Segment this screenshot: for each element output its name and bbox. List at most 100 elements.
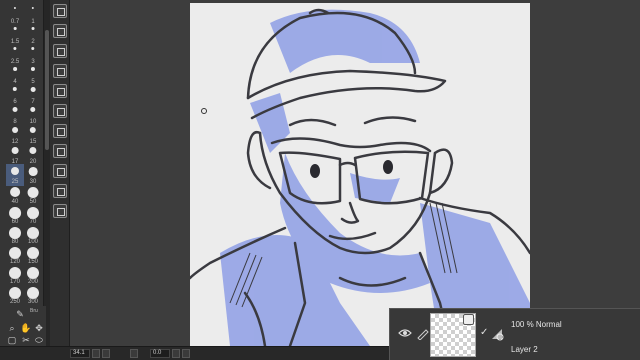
panel-icon[interactable] — [53, 164, 67, 178]
eyedropper-icon[interactable]: ✂ — [20, 334, 32, 346]
brush-size-option[interactable]: 300 — [24, 284, 42, 306]
brush-size-option[interactable]: 50 — [24, 184, 42, 206]
panel-icon[interactable] — [53, 204, 67, 218]
brush-size-dot — [10, 187, 20, 197]
brush-size-option[interactable]: 250 — [6, 284, 24, 306]
brush-size-option[interactable]: 15 — [24, 124, 42, 146]
brush-size-option[interactable]: 10 — [24, 104, 42, 126]
panel-icon[interactable] — [53, 144, 67, 158]
brush-size-option[interactable]: 3 — [24, 44, 42, 66]
pen-icon[interactable] — [416, 326, 430, 340]
eye-icon[interactable] — [398, 328, 412, 338]
rotate-right-button[interactable] — [182, 349, 190, 358]
brush-size-dot — [9, 287, 21, 299]
illustration-artwork — [190, 8, 530, 346]
reference-layer-icon[interactable] — [490, 327, 504, 341]
drawing-canvas[interactable] — [190, 3, 530, 346]
panel-icon[interactable] — [53, 124, 67, 138]
brush-size-palette: 0.7 1 1.5 2 2.5 3 4 5 6 7 8 10 12 15 17 20 25 30 40 50 60 70 8… — [0, 0, 44, 346]
brush-size-dot — [13, 27, 17, 30]
select-icon[interactable]: ▢ — [6, 334, 18, 346]
zoom-level-field[interactable]: 34.1 — [70, 349, 90, 358]
panel-icon[interactable] — [53, 104, 67, 118]
rotate-left-button[interactable] — [172, 349, 180, 358]
layer-name[interactable]: Layer 2 — [511, 345, 538, 354]
brush-size-dot — [28, 167, 38, 176]
layer-blend-mode: 100 % Normal — [511, 320, 562, 329]
brush-size-dot — [11, 167, 19, 175]
brush-size-option[interactable]: 2.5 — [6, 44, 24, 66]
brush-size-dot — [12, 107, 18, 112]
brush-size-dot — [29, 127, 37, 134]
brush-size-option[interactable]: 170 — [6, 264, 24, 286]
brush-size-option[interactable]: 7 — [24, 84, 42, 106]
brush-size-option[interactable]: 100 — [24, 224, 42, 246]
layer-row[interactable]: ✓ 100 % Normal Layer 2 — [389, 308, 640, 360]
panel-icon[interactable] — [53, 64, 67, 78]
panel-icon-strip — [50, 0, 70, 346]
brush-size-option[interactable]: 17 — [6, 144, 24, 166]
brush-size-dot — [27, 227, 39, 239]
brush-size-dot — [12, 87, 18, 92]
panel-icon[interactable] — [53, 44, 67, 58]
brush-size-option[interactable]: 120 — [6, 244, 24, 266]
panel-icon[interactable] — [53, 84, 67, 98]
close-square-icon[interactable] — [53, 4, 67, 18]
brush-size-dot — [27, 287, 39, 299]
brush-size-dot — [9, 267, 21, 279]
brush-size-option[interactable]: 6 — [6, 84, 24, 106]
zoom-in-button[interactable] — [102, 349, 110, 358]
scrollbar-thumb[interactable] — [45, 30, 49, 150]
brush-size-label: 250 — [9, 299, 20, 305]
hand-icon[interactable]: ✋ — [20, 322, 32, 334]
brush-size-dot — [30, 87, 36, 92]
brush-size-dot — [27, 207, 39, 219]
brush-size-option[interactable]: 150 — [24, 244, 42, 266]
brush-size-dot — [12, 127, 18, 133]
brush-size-dot — [27, 247, 39, 259]
brush-size-dot — [27, 187, 39, 198]
brush-size-option[interactable]: 60 — [6, 204, 24, 226]
brush-size-dot — [11, 147, 19, 154]
pen-tool-icon[interactable]: ✎ — [14, 308, 26, 320]
brush-size-option[interactable]: 25 — [6, 164, 24, 186]
brush-size-option[interactable]: 40 — [6, 184, 24, 206]
brush-size-dot — [13, 7, 17, 10]
fit-view-button[interactable] — [130, 349, 138, 358]
brush-size-dot — [29, 147, 37, 155]
brush-size-dot — [31, 47, 35, 51]
brush-size-dot — [30, 107, 36, 113]
brush-size-dot — [13, 67, 17, 71]
zoom-icon[interactable]: ⌕ — [6, 322, 18, 334]
close-square-icon[interactable] — [53, 24, 67, 38]
check-icon[interactable]: ✓ — [480, 327, 488, 338]
brush-size-option[interactable]: 30 — [24, 164, 42, 186]
brush-size-dot — [13, 47, 17, 51]
brush-size-dot — [31, 7, 35, 10]
app-window: 0.7 1 1.5 2 2.5 3 4 5 6 7 8 10 12 15 17 20 25 30 40 50 60 70 8… — [0, 0, 640, 360]
brush-size-option[interactable]: 2 — [24, 24, 42, 46]
pen-cursor-icon — [201, 108, 207, 114]
tool-palette: ✎ Bru ⌕ ✋ ✥ ▢ ✂ ⬭ — [0, 306, 46, 346]
brush-size-option[interactable]: 1 — [24, 4, 42, 26]
panel-icon[interactable] — [53, 184, 67, 198]
brush-size-dot — [31, 27, 35, 30]
brush-size-option[interactable]: 4 — [6, 64, 24, 86]
brush-size-dot — [9, 247, 21, 259]
brush-size-option[interactable]: 1.5 — [6, 24, 24, 46]
lasso-icon[interactable]: ⬭ — [33, 334, 45, 346]
brush-size-option[interactable]: 20 — [24, 144, 42, 166]
brush-size-label: 300 — [27, 299, 38, 305]
brush-size-option[interactable]: 70 — [24, 204, 42, 226]
move-icon[interactable]: ✥ — [33, 322, 45, 334]
brush-size-option[interactable]: 12 — [6, 124, 24, 146]
brush-size-option[interactable]: 0.7 — [6, 4, 24, 26]
brush-size-option[interactable]: 200 — [24, 264, 42, 286]
zoom-out-button[interactable] — [92, 349, 100, 358]
brush-size-dot — [27, 267, 39, 279]
rotation-angle-field[interactable]: 0.0 — [150, 349, 170, 358]
brush-size-option[interactable]: 5 — [24, 64, 42, 86]
brush-size-dot — [9, 227, 21, 239]
brush-size-option[interactable]: 8 — [6, 104, 24, 126]
brush-size-option[interactable]: 80 — [6, 224, 24, 246]
